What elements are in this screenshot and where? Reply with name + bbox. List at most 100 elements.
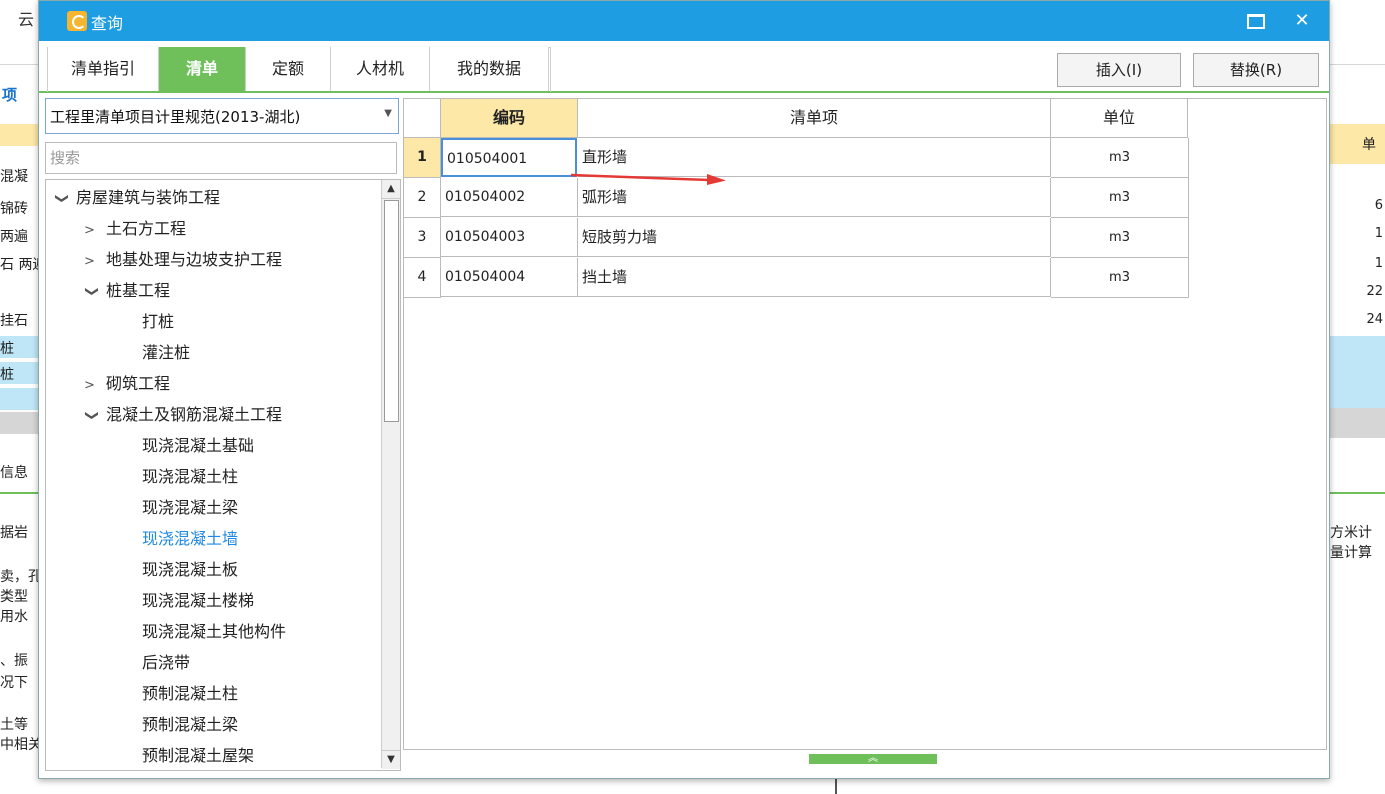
background-divider (0, 492, 40, 494)
cell-unit[interactable]: m3 (1051, 138, 1189, 178)
background-row: 桩 (0, 367, 14, 383)
chevron-down-icon[interactable]: ❯ (76, 410, 106, 424)
background-desc-line: 据岩 (0, 525, 28, 541)
tree-item-concrete[interactable]: ❯ 混凝土及钢筋混凝土工程 (84, 400, 282, 430)
splitter-handle[interactable]: ︽ (809, 754, 937, 764)
spec-dropdown[interactable]: 工程里清单项目计里规范(2013-湖北) ▼ (45, 98, 399, 134)
grid-corner-cell (404, 99, 441, 138)
tree-item-cast-foundation[interactable]: 现浇混凝土基础 (142, 431, 254, 461)
cell-code[interactable]: 010504004 (441, 258, 578, 297)
dialog-title: 查询 (91, 14, 124, 33)
background-right-value: 6 (1374, 198, 1383, 213)
maximize-button[interactable] (1241, 7, 1271, 35)
tree-item-cast-wall[interactable]: 现浇混凝土墙 (142, 524, 238, 554)
tree-item-pile-foundation[interactable]: ❯ 桩基工程 (84, 276, 170, 306)
insert-button[interactable]: 插入(I) (1057, 53, 1181, 87)
tab-bill[interactable]: 清单 (159, 47, 246, 91)
close-icon: ✕ (1294, 10, 1310, 31)
chevron-right-icon[interactable]: > (84, 247, 106, 277)
bill-grid: 编码 清单项 单位 1 010504001 直形墙 m3 2 010504002… (403, 98, 1327, 750)
cell-unit[interactable]: m3 (1051, 218, 1189, 258)
tree-item-label: 混凝土及钢筋混凝土工程 (106, 405, 283, 424)
replace-button[interactable]: 替换(R) (1193, 53, 1319, 87)
background-row-band (0, 412, 40, 434)
row-number: 1 (404, 138, 441, 178)
background-right-value: 24 (1366, 312, 1383, 327)
background-desc-line: 中相关 (0, 737, 40, 753)
background-row-band (1328, 408, 1385, 438)
tree-item-precast-column[interactable]: 预制混凝土柱 (142, 679, 238, 709)
tree-item-foundation-support[interactable]: > 地基处理与边坡支护工程 (84, 245, 282, 275)
chevron-right-icon[interactable]: > (84, 371, 106, 401)
scroll-down-icon[interactable]: ▼ (382, 750, 400, 769)
background-desc-line: 量计算 (1330, 545, 1372, 561)
cell-unit[interactable]: m3 (1051, 178, 1189, 218)
cell-code[interactable]: 010504001 (441, 138, 577, 177)
background-tab[interactable]: 项 (0, 84, 42, 112)
tab-my-data[interactable]: 我的数据 (430, 47, 549, 91)
tree-item-cast-slab[interactable]: 现浇混凝土板 (142, 555, 238, 585)
row-number: 2 (404, 178, 441, 218)
cell-name[interactable]: 直形墙 (578, 138, 1051, 177)
tree-item-post-pour-strip[interactable]: 后浇带 (142, 648, 190, 678)
background-divider (835, 778, 837, 794)
background-desc-line: 类型 (0, 589, 28, 605)
grid-header-name[interactable]: 清单项 (578, 99, 1051, 138)
close-button[interactable]: ✕ (1287, 7, 1317, 35)
scroll-up-icon[interactable]: ▲ (382, 180, 400, 199)
tab-bill-guide[interactable]: 清单指引 (48, 47, 159, 91)
tree-item-masonry[interactable]: > 砌筑工程 (84, 369, 170, 399)
background-top-text: 云 (18, 10, 35, 29)
background-header-band (0, 124, 40, 146)
chevron-right-icon[interactable]: > (84, 216, 106, 246)
background-divider (1328, 64, 1385, 65)
tree-item-label: 地基处理与边坡支护工程 (106, 250, 283, 269)
tree-item-cast-stair[interactable]: 现浇混凝土楼梯 (142, 586, 254, 616)
tree-item-label: 房屋建筑与装饰工程 (76, 188, 221, 207)
query-dialog: 查询 ✕ 清单指引 清单 定额 人材机 我的数据 插入(I) 替换(R) 工程里… (38, 0, 1330, 779)
tab-labor-material-machine[interactable]: 人材机 (331, 47, 430, 91)
background-info-tab[interactable]: 信息 (0, 462, 40, 482)
tree-item-cast-other[interactable]: 现浇混凝土其他构件 (142, 617, 286, 647)
cell-code[interactable]: 010504002 (441, 178, 578, 217)
tree-item-cast-beam[interactable]: 现浇混凝土梁 (142, 493, 238, 523)
cell-name[interactable]: 短肢剪力墙 (578, 218, 1051, 257)
tree-item-cast-pile[interactable]: 灌注桩 (142, 338, 190, 368)
cell-code[interactable]: 010504003 (441, 218, 578, 257)
background-row-band (0, 388, 40, 410)
background-right-value: 22 (1366, 284, 1383, 299)
tree-item-label: 砌筑工程 (106, 374, 171, 393)
tree-item-building-decoration[interactable]: ❯ 房屋建筑与装饰工程 (54, 183, 220, 213)
tab-bar: 清单指引 清单 定额 人材机 我的数据 插入(I) 替换(R) (39, 41, 1329, 93)
background-divider (1328, 492, 1385, 494)
search-input[interactable] (45, 142, 397, 174)
background-desc-line: 况下 (0, 675, 28, 691)
grid-header-code[interactable]: 编码 (441, 99, 578, 138)
scroll-thumb[interactable] (384, 200, 399, 422)
background-desc-line: 用水 (0, 609, 28, 625)
chevron-down-icon[interactable]: ❯ (46, 193, 76, 207)
cell-name[interactable]: 弧形墙 (578, 178, 1051, 217)
cell-name[interactable]: 挡土墙 (578, 258, 1051, 297)
tree-item-precast-truss[interactable]: 预制混凝土屋架 (142, 741, 254, 770)
cell-unit[interactable]: m3 (1051, 258, 1189, 298)
chevron-down-icon[interactable]: ❯ (76, 286, 106, 300)
grid-header-unit[interactable]: 单位 (1051, 99, 1188, 138)
background-desc-line: 卖，孔 (0, 569, 40, 585)
tree-item-label: 桩基工程 (106, 281, 171, 300)
chevron-up-icon: ︽ (868, 753, 878, 764)
tree-item-earthwork[interactable]: > 土石方工程 (84, 214, 186, 244)
tab-quota[interactable]: 定额 (246, 47, 331, 91)
background-desc-line: 土等 (0, 717, 28, 733)
dialog-titlebar[interactable]: 查询 ✕ (39, 1, 1329, 41)
background-row: 锦砖 (0, 201, 28, 217)
background-right-value: 1 (1374, 226, 1383, 241)
tree-item-cast-column[interactable]: 现浇混凝土柱 (142, 462, 238, 492)
background-row: 挂石 (0, 313, 28, 329)
background-row: 桩 (0, 341, 14, 357)
tree-item-precast-beam[interactable]: 预制混凝土梁 (142, 710, 238, 740)
background-right-value: 1 (1374, 256, 1383, 271)
tree-item-pile-driving[interactable]: 打桩 (142, 307, 174, 337)
tree-scrollbar[interactable]: ▲ ▼ (381, 180, 400, 769)
spec-dropdown-value: 工程里清单项目计里规范(2013-湖北) (50, 108, 301, 126)
